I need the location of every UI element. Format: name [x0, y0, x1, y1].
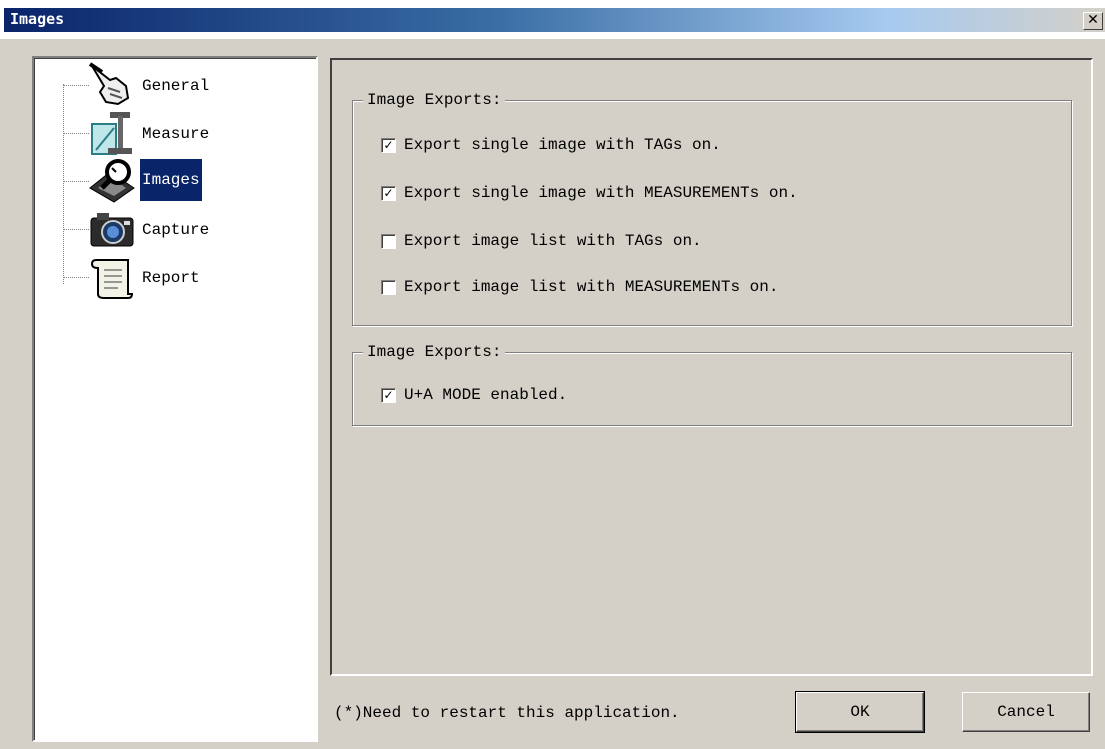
tree-item-measure[interactable]: Measure — [34, 108, 294, 156]
camera-icon — [90, 213, 134, 247]
image-exports-group: Image Exports: ✓ Export single image wit… — [352, 89, 1072, 326]
settings-panel: Image Exports: ✓ Export single image wit… — [330, 58, 1093, 676]
export-list-tags-option[interactable]: Export image list with TAGs on. — [381, 231, 702, 251]
tree-item-images[interactable]: Images — [34, 156, 294, 204]
tree-item-label: General — [142, 77, 210, 95]
window-title: Images — [10, 10, 65, 28]
tree-item-label: Report — [142, 269, 200, 287]
category-tree[interactable]: General Measure Images Capture Report — [32, 56, 318, 742]
export-list-measurements-option[interactable]: Export image list with MEASUREMENTs on. — [381, 277, 778, 297]
ua-mode-option[interactable]: ✓ U+A MODE enabled. — [381, 385, 567, 405]
pointing-hand-icon — [88, 62, 130, 106]
restart-note: (*)Need to restart this application. — [334, 704, 680, 722]
checkbox[interactable] — [381, 279, 396, 295]
mode-group: Image Exports: ✓ U+A MODE enabled. — [352, 341, 1072, 426]
tree-branch — [63, 181, 89, 182]
checkbox[interactable]: ✓ — [381, 185, 396, 201]
export-single-tags-option[interactable]: ✓ Export single image with TAGs on. — [381, 135, 721, 155]
checkbox[interactable]: ✓ — [381, 137, 396, 153]
checkbox[interactable] — [381, 233, 396, 249]
scroll-icon — [90, 259, 134, 299]
option-label: Export image list with MEASUREMENTs on. — [404, 278, 779, 296]
tree-item-general[interactable]: General — [34, 60, 294, 108]
tree-item-label: Capture — [142, 221, 210, 239]
magnifier-images-icon — [89, 159, 135, 203]
option-label: Export single image with MEASUREMENTs on… — [404, 184, 798, 202]
title-bar: Images ✕ — [0, 0, 1105, 39]
tree-branch — [63, 133, 89, 134]
tree-branch — [63, 229, 89, 230]
tree-branch — [63, 85, 89, 86]
tree-item-label: Measure — [142, 125, 210, 143]
tree-branch — [63, 277, 89, 278]
tree-item-label: Images — [139, 158, 203, 202]
tree-item-report[interactable]: Report — [34, 252, 294, 300]
close-icon: ✕ — [1087, 12, 1099, 28]
option-label: U+A MODE enabled. — [404, 386, 568, 404]
check-icon: ✓ — [383, 137, 394, 152]
option-label: Export single image with TAGs on. — [404, 136, 721, 154]
measure-icon — [91, 112, 132, 155]
group-legend: Image Exports: — [363, 89, 506, 111]
ok-button[interactable]: OK — [795, 691, 925, 733]
cancel-button[interactable]: Cancel — [962, 692, 1090, 732]
group-legend: Image Exports: — [363, 341, 506, 363]
checkbox[interactable]: ✓ — [381, 387, 396, 403]
tree-item-capture[interactable]: Capture — [34, 204, 294, 252]
check-icon: ✓ — [383, 185, 394, 200]
option-label: Export image list with TAGs on. — [404, 232, 702, 250]
title-band — [4, 8, 1105, 32]
close-button[interactable]: ✕ — [1083, 12, 1103, 30]
check-icon: ✓ — [383, 387, 394, 402]
export-single-measurements-option[interactable]: ✓ Export single image with MEASUREMENTs … — [381, 183, 798, 203]
